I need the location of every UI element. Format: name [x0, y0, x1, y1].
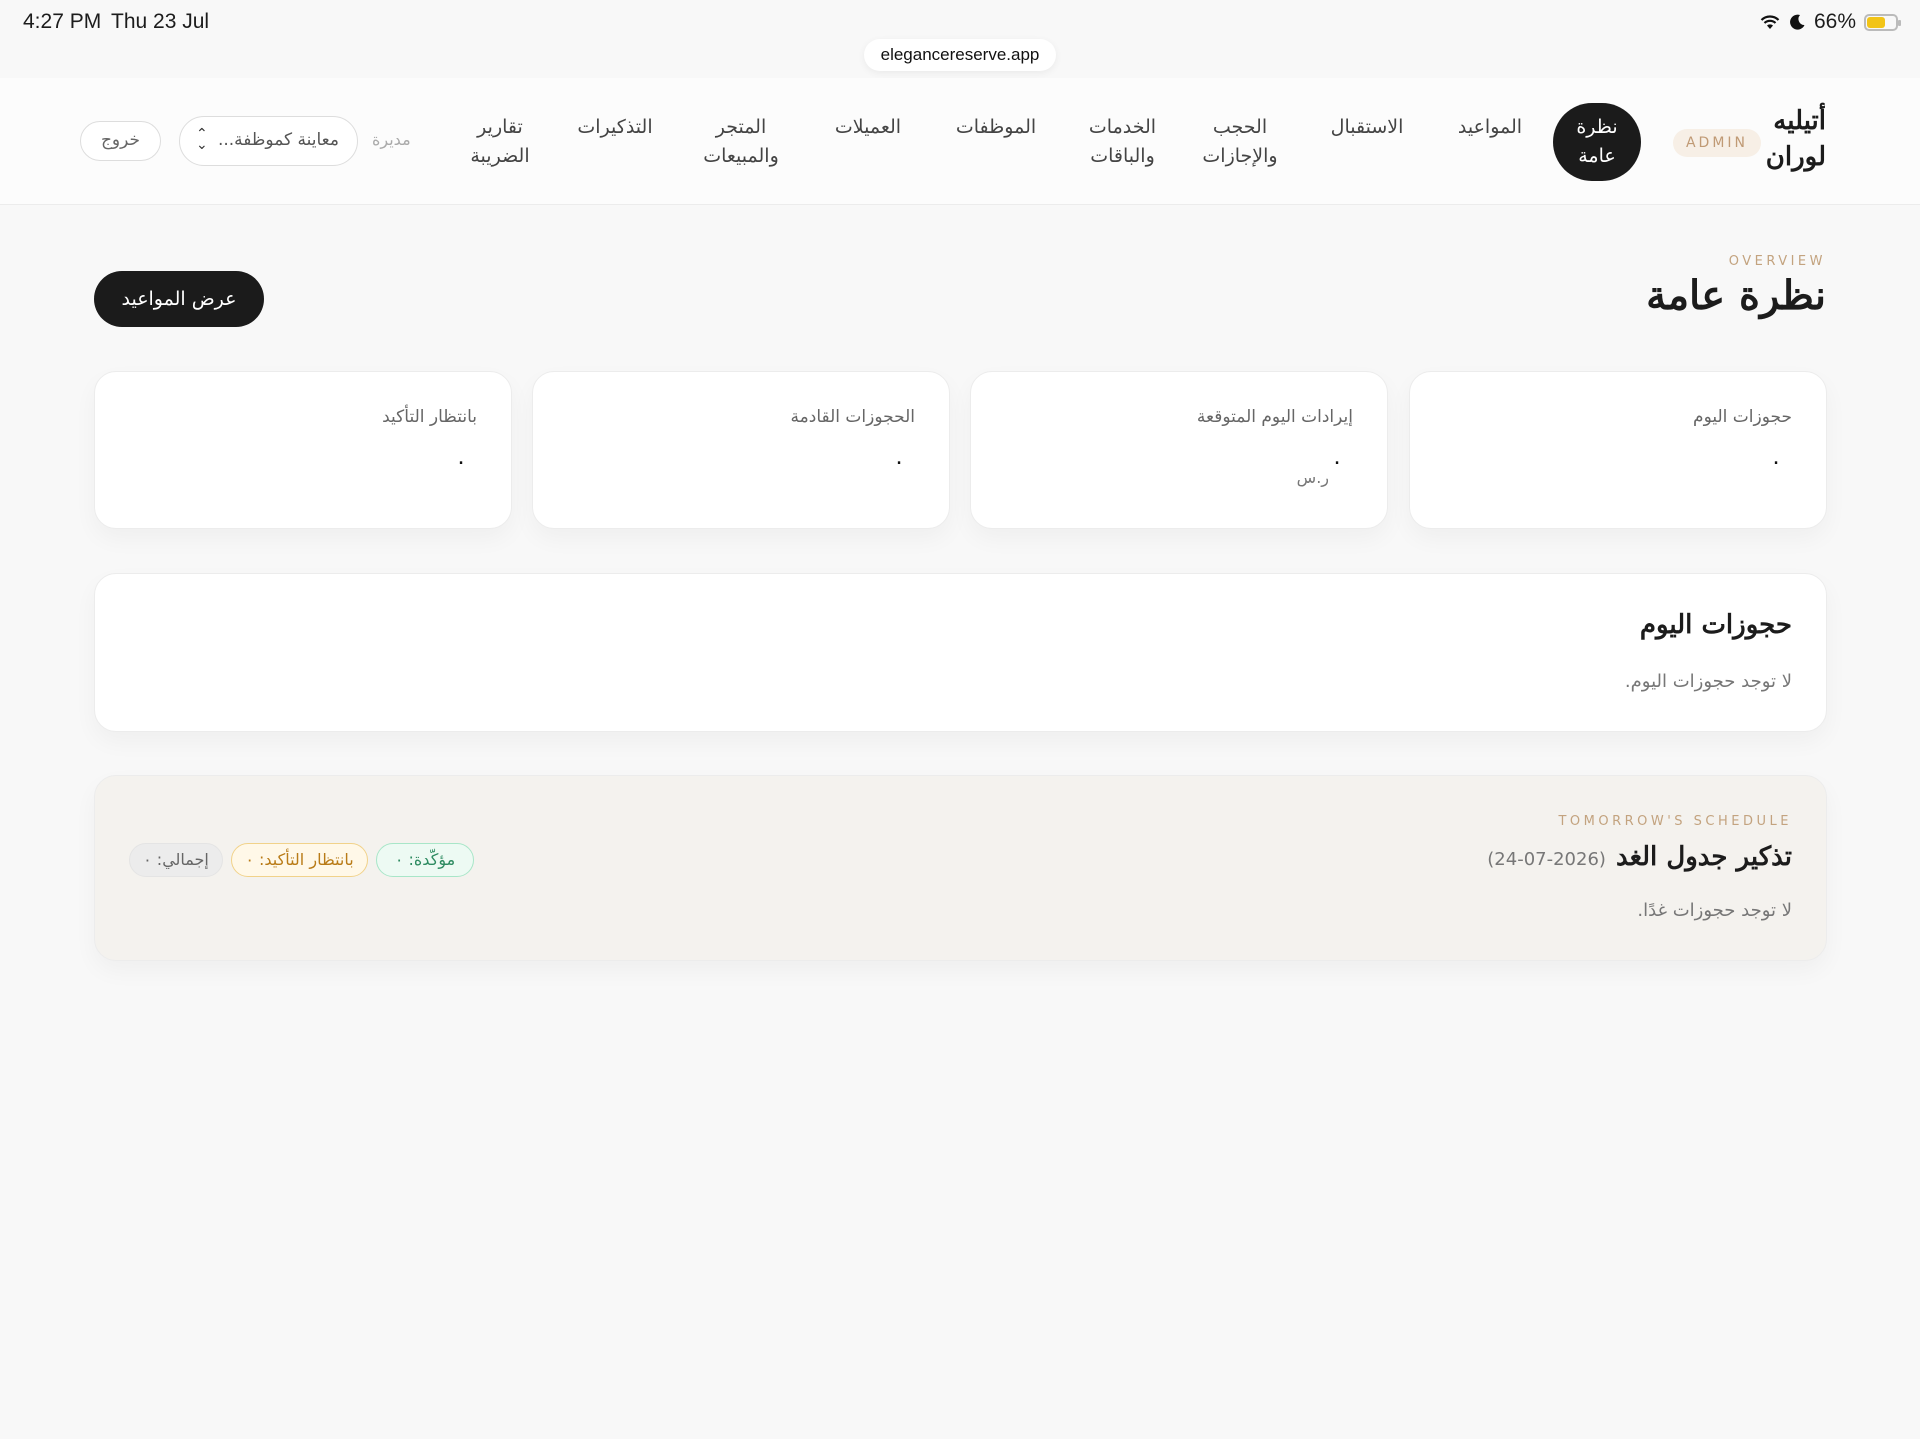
wifi-icon [1760, 15, 1780, 29]
tomorrow-eyebrow: TOMORROW'S SCHEDULE [1558, 814, 1792, 829]
page-title: نظرة عامة [1646, 272, 1826, 319]
nav-reminders[interactable]: التذكيرات [574, 113, 656, 142]
status-time: 4:27 PM [23, 10, 102, 33]
stat-card-upcoming: الحجوزات القادمة ٠ [532, 371, 950, 529]
tomorrow-schedule-card: TOMORROW'S SCHEDULE تذكير جدول الغد (24-… [94, 775, 1827, 961]
stat-label: حجوزات اليوم [1693, 407, 1792, 427]
nav-staff[interactable]: الموظفات [950, 113, 1042, 142]
stat-value: ٠ [455, 450, 467, 475]
impersonate-select[interactable]: معاينة كموظفة... ⌃ ⌄ [179, 116, 358, 166]
stat-value: ٠ [1770, 450, 1782, 475]
page-eyebrow: OVERVIEW [1728, 254, 1826, 269]
status-right: 66% [1760, 10, 1901, 34]
url-bar[interactable]: elegancereserve.app [864, 39, 1056, 71]
logout-button[interactable]: خروج [80, 121, 161, 161]
nav-overview[interactable]: نظرة عامة [1553, 103, 1641, 181]
empty-state-text: لا توجد حجوزات غدًا. [1637, 900, 1792, 921]
impersonate-label: معاينة كموظفة... [217, 130, 339, 150]
nav-store-sales[interactable]: المتجر والمبيعات [696, 113, 786, 171]
battery-percent: 66% [1813, 10, 1856, 33]
user-role: مديرة [372, 130, 411, 149]
confirmed-badge: مؤكّدة: ٠ [376, 843, 474, 877]
nav-services-packages[interactable]: الخدمات والباقات [1080, 113, 1165, 171]
nav-clients[interactable]: العميلات [827, 113, 909, 142]
stat-value: ٠ [893, 450, 905, 475]
view-appointments-button[interactable]: عرض المواعيد [94, 271, 264, 327]
nav-tax-reports[interactable]: تقارير الضريبة [466, 113, 534, 171]
battery-icon [1864, 13, 1901, 31]
section-title: حجوزات اليوم [1639, 610, 1792, 640]
app-header: أتيليه لوران ADMIN نظرة عامة المواعيد ال… [0, 78, 1920, 205]
up-down-chevron-icon: ⌃ ⌄ [196, 126, 208, 153]
stat-card-today-bookings: حجوزات اليوم ٠ [1409, 371, 1827, 529]
nav-appointments[interactable]: المواعيد [1450, 113, 1530, 142]
currency-unit: ر.س [1296, 468, 1329, 487]
pending-badge: بانتظار التأكيد: ٠ [231, 843, 368, 877]
battery-fill [1867, 16, 1885, 28]
stat-card-pending: بانتظار التأكيد ٠ [94, 371, 512, 529]
tomorrow-title-text: تذكير جدول الغد [1615, 842, 1792, 872]
tomorrow-title: تذكير جدول الغد (24-07-2026) [1487, 842, 1792, 872]
admin-badge: ADMIN [1673, 129, 1761, 157]
stat-label: بانتظار التأكيد [382, 407, 477, 427]
empty-state-text: لا توجد حجوزات اليوم. [1624, 671, 1792, 692]
total-badge: إجمالي: ٠ [129, 843, 223, 877]
status-date: Thu 23 Jul [111, 10, 210, 33]
status-bar: 4:27 PM Thu 23 Jul 66% [0, 0, 1920, 44]
nav-reception[interactable]: الاستقبال [1322, 113, 1412, 142]
stat-card-expected-revenue: إيرادات اليوم المتوقعة ٠ ر.س [970, 371, 1388, 529]
stat-label: إيرادات اليوم المتوقعة [1196, 407, 1353, 427]
stat-label: الحجوزات القادمة [790, 407, 915, 427]
tomorrow-date: (24-07-2026) [1487, 849, 1606, 870]
today-bookings-card: حجوزات اليوم لا توجد حجوزات اليوم. [94, 573, 1827, 732]
moon-icon [1790, 14, 1805, 30]
nav-blocks-leaves[interactable]: الحجب والإجازات [1200, 113, 1280, 171]
stat-value: ٠ [1331, 450, 1343, 475]
